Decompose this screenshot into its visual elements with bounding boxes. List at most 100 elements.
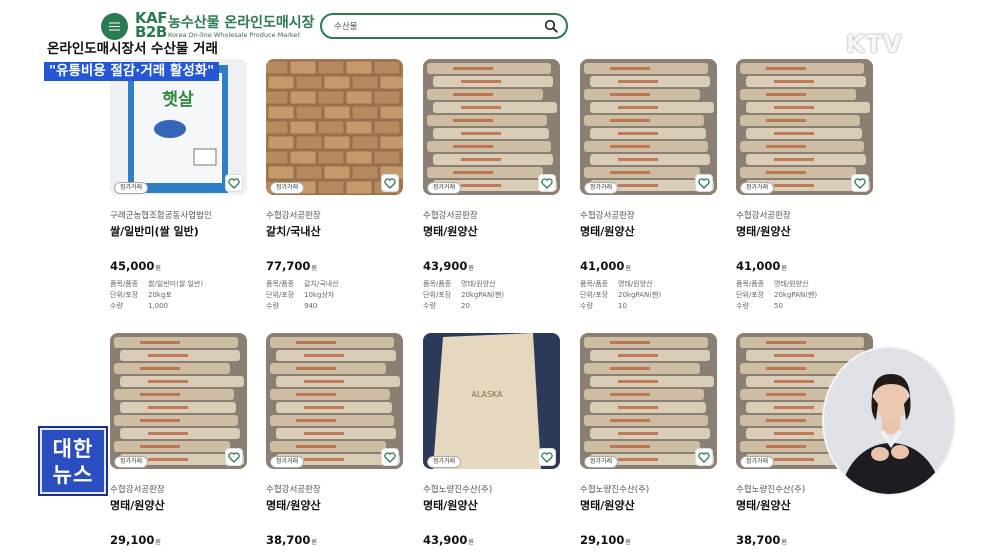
spec-value: 갈치/국내산 <box>304 280 339 288</box>
product-name[interactable]: 명태/원양산 <box>423 497 478 513</box>
product-price: 41,000원 <box>580 259 631 273</box>
wishlist-heart-button[interactable] <box>381 174 399 192</box>
fixed-price-tag: 정가거래 <box>584 456 619 468</box>
product-name[interactable]: 명태/원양산 <box>736 223 791 239</box>
price-currency: 원 <box>468 539 474 546</box>
svg-text:햇살: 햇살 <box>162 90 194 110</box>
spec-label: 수량 <box>580 302 593 310</box>
product-name[interactable]: 명태/원양산 <box>580 223 635 239</box>
product-price: 38,700원 <box>266 533 317 547</box>
fixed-price-tag: 정가거래 <box>427 182 462 194</box>
spec-label: 수량 <box>736 302 749 310</box>
wishlist-heart-button[interactable] <box>695 174 713 192</box>
product-price: 43,900원 <box>423 533 474 547</box>
price-currency: 원 <box>311 265 317 272</box>
heart-icon <box>541 451 553 463</box>
product-specs: 품목/품종 명태/원양산 단위/포장 20kgPAN(팬) 수량 10 <box>580 279 661 312</box>
fixed-price-tag: 정가거래 <box>114 182 149 194</box>
spec-label: 수량 <box>110 302 123 310</box>
site-logo[interactable]: KAF B2B <box>135 11 167 40</box>
price-currency: 원 <box>155 539 161 546</box>
spec-value: 50 <box>774 302 783 310</box>
spec-row-item: 품목/품종 명태/원양산 <box>580 279 661 290</box>
seller-name: 수협강서공판장 <box>423 211 478 221</box>
spec-row-unit: 단위/포장 20kgPAN(팬) <box>580 290 661 301</box>
product-price: 41,000원 <box>736 259 787 273</box>
search-icon[interactable] <box>544 19 558 33</box>
product-price: 77,700원 <box>266 259 317 273</box>
product-price: 38,700원 <box>736 533 787 547</box>
product-specs: 품목/품종 쌀/일반미(쌀 일반) 단위/포장 20kg포 수량 1,000 <box>110 279 203 312</box>
spec-value: 명태/원양산 <box>618 280 653 288</box>
price-value: 41,000 <box>736 259 781 273</box>
price-currency: 원 <box>781 539 787 546</box>
price-value: 29,100 <box>110 533 155 547</box>
seller-name: 수협노량진수산(주) <box>736 485 806 495</box>
fixed-price-tag: 정가거래 <box>740 456 775 468</box>
spec-value: 10kg상자 <box>304 291 335 299</box>
news-caption-subtitle: "유통비용 절감·거래 활성화" <box>44 62 220 81</box>
spec-label: 품목/품종 <box>736 280 765 288</box>
spec-value: 940 <box>304 302 318 310</box>
wishlist-heart-button[interactable] <box>851 174 869 192</box>
spec-label: 품목/품종 <box>423 280 452 288</box>
spec-label: 단위/포장 <box>736 291 765 299</box>
spec-row-item: 품목/품종 쌀/일반미(쌀 일반) <box>110 279 203 290</box>
product-name[interactable]: 명태/원양산 <box>580 497 635 513</box>
seller-name: 수협강서공판장 <box>580 211 635 221</box>
price-value: 38,700 <box>266 533 311 547</box>
menu-button[interactable] <box>101 13 128 40</box>
spec-value: 10 <box>618 302 627 310</box>
seller-name: 수협노량진수산(주) <box>423 485 493 495</box>
price-currency: 원 <box>625 265 631 272</box>
heart-icon <box>228 177 240 189</box>
logo-title: 농수산물 온라인도매시장 <box>168 15 315 31</box>
spec-value: 20kgPAN(팬) <box>461 291 505 299</box>
heart-icon <box>698 177 710 189</box>
heart-icon <box>228 451 240 463</box>
wishlist-heart-button[interactable] <box>381 448 399 466</box>
search-box[interactable] <box>320 13 568 39</box>
seller-name: 수협강서공판장 <box>736 211 791 221</box>
spec-label: 수량 <box>266 302 279 310</box>
spec-row-qty: 수량 10 <box>580 301 661 312</box>
news-program-badge: 대한 뉴스 <box>40 428 106 494</box>
price-currency: 원 <box>781 265 787 272</box>
wishlist-heart-button[interactable] <box>538 174 556 192</box>
fixed-price-tag: 정가거래 <box>740 182 775 194</box>
price-value: 45,000 <box>110 259 155 273</box>
spec-value: 20kgPAN(팬) <box>774 291 818 299</box>
product-name[interactable]: 명태/원양산 <box>110 497 165 513</box>
spec-value: 명태/원양산 <box>774 280 809 288</box>
fixed-price-tag: 정가거래 <box>270 182 305 194</box>
product-name[interactable]: 명태/원양산 <box>423 223 478 239</box>
wishlist-heart-button[interactable] <box>538 448 556 466</box>
spec-value: 명태/원양산 <box>461 280 496 288</box>
fixed-price-tag: 정가거래 <box>427 456 462 468</box>
wishlist-heart-button[interactable] <box>225 448 243 466</box>
wishlist-heart-button[interactable] <box>225 174 243 192</box>
product-name[interactable]: 명태/원양산 <box>736 497 791 513</box>
svg-text:ALASKA: ALASKA <box>471 390 503 399</box>
wishlist-heart-button[interactable] <box>695 448 713 466</box>
seller-name: 구례군농협조합공동사업법인 <box>110 211 212 221</box>
search-input[interactable] <box>334 18 534 34</box>
spec-row-item: 품목/품종 명태/원양산 <box>423 279 504 290</box>
product-price: 29,100원 <box>110 533 161 547</box>
price-currency: 원 <box>468 265 474 272</box>
price-currency: 원 <box>311 539 317 546</box>
heart-icon <box>384 177 396 189</box>
product-name[interactable]: 명태/원양산 <box>266 497 321 513</box>
seller-name: 수협강서공판장 <box>266 211 321 221</box>
product-specs: 품목/품종 명태/원양산 단위/포장 20kgPAN(팬) 수량 20 <box>423 279 504 312</box>
logo-subtitle: Korea On-line Wholesale Produce Market <box>168 31 300 39</box>
spec-label: 단위/포장 <box>110 291 139 299</box>
news-badge-line1: 대한 <box>52 437 94 461</box>
product-price: 29,100원 <box>580 533 631 547</box>
spec-value: 1,000 <box>148 302 169 310</box>
spec-row-unit: 단위/포장 20kgPAN(팬) <box>423 290 504 301</box>
spec-label: 품목/품종 <box>266 280 295 288</box>
fixed-price-tag: 정가거래 <box>114 456 149 468</box>
product-name[interactable]: 쌀/일반미(쌀 일반) <box>110 223 199 239</box>
product-name[interactable]: 갈치/국내산 <box>266 223 321 239</box>
